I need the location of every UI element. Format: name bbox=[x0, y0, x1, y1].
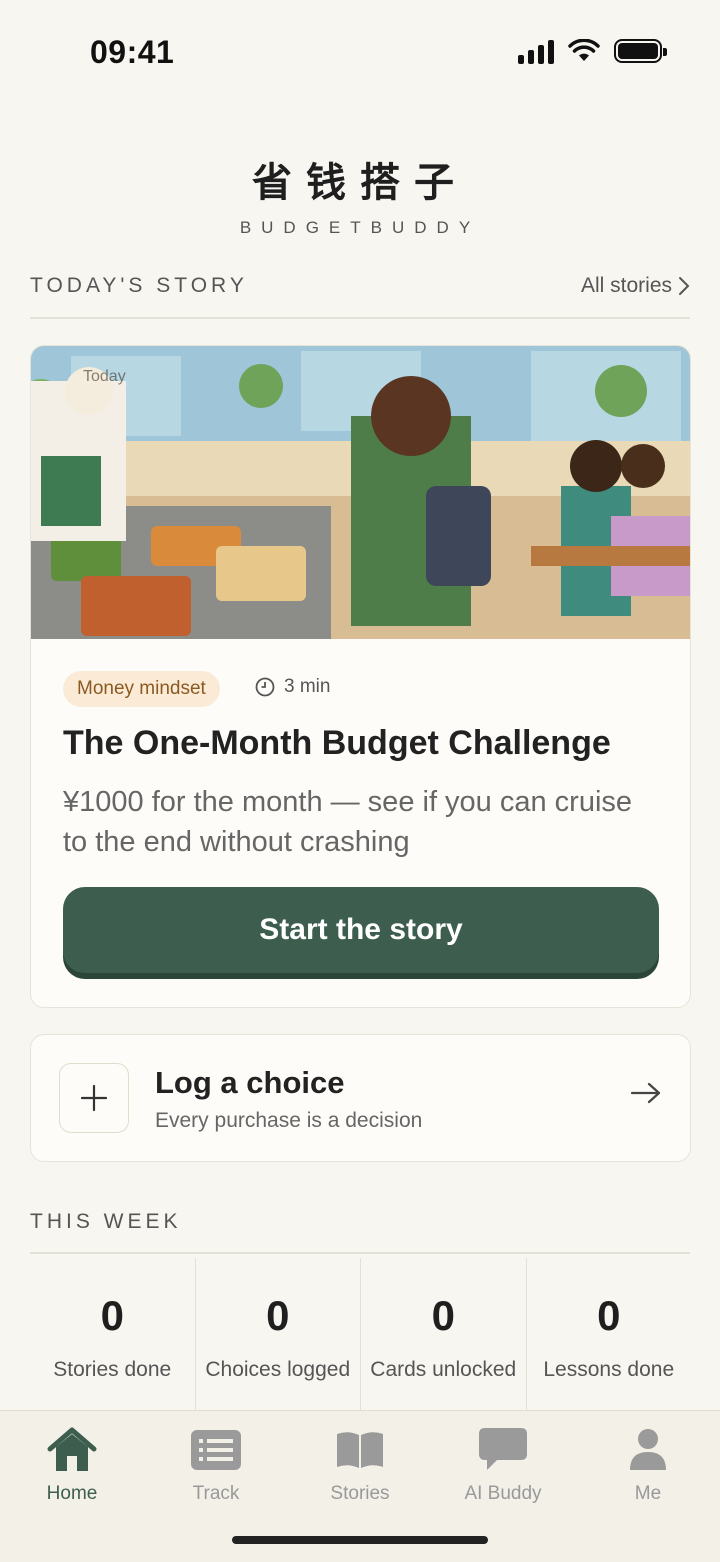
plus-icon bbox=[59, 1063, 129, 1133]
divider bbox=[30, 317, 690, 319]
app-title: 省钱搭子 bbox=[252, 160, 468, 206]
log-choice-subtitle: Every purchase is a decision bbox=[155, 1109, 423, 1132]
stat-label: Choices logged bbox=[205, 1358, 351, 1381]
status-icons bbox=[518, 38, 667, 64]
tab-label: Me bbox=[634, 1483, 662, 1504]
chevron-right-icon bbox=[679, 277, 690, 295]
stat-value: 0 bbox=[597, 1292, 621, 1339]
all-stories-link[interactable]: All stories bbox=[581, 274, 690, 298]
chat-icon bbox=[479, 1428, 527, 1470]
story-title: The One-Month Budget Challenge bbox=[63, 724, 611, 762]
log-choice-title: Log a choice bbox=[155, 1065, 345, 1100]
stat-choices-logged: 0 Choices logged bbox=[196, 1258, 361, 1410]
all-stories-label: All stories bbox=[580, 274, 672, 297]
tab-label: Stories bbox=[330, 1483, 390, 1504]
weekly-stats: 0 Stories done 0 Choices logged 0 Cards … bbox=[30, 1258, 691, 1410]
app-subtitle: BUDGETBUDDY bbox=[239, 218, 481, 237]
section-label-todays-story: TODAY'S STORY bbox=[30, 274, 248, 297]
category-tag: Money mindset bbox=[63, 671, 220, 707]
tab-me[interactable]: Me bbox=[588, 1423, 708, 1505]
stat-value: 0 bbox=[431, 1292, 455, 1339]
tab-stories[interactable]: Stories bbox=[300, 1423, 420, 1505]
home-icon bbox=[47, 1427, 97, 1471]
stat-lessons-done: 0 Lessons done bbox=[527, 1258, 692, 1410]
status-bar: 09:41 bbox=[0, 0, 720, 100]
clock-icon bbox=[255, 677, 275, 697]
battery-icon bbox=[614, 39, 667, 63]
tab-home[interactable]: Home bbox=[12, 1423, 132, 1505]
arrow-right-icon bbox=[630, 1082, 661, 1104]
stat-cards-unlocked: 0 Cards unlocked bbox=[361, 1258, 527, 1410]
divider bbox=[30, 1252, 690, 1254]
stat-value: 0 bbox=[100, 1292, 124, 1339]
home-indicator[interactable] bbox=[232, 1536, 488, 1544]
duration-label: 3 min bbox=[284, 676, 331, 697]
this-week-header: THIS WEEK bbox=[30, 1210, 690, 1234]
tab-label: Home bbox=[46, 1483, 98, 1504]
wifi-icon bbox=[568, 39, 600, 61]
story-image: Today bbox=[31, 346, 690, 639]
duration: 3 min bbox=[255, 676, 330, 698]
cafeteria-illustration bbox=[31, 346, 690, 639]
story-description: ¥1000 for the month — see if you can cru… bbox=[63, 786, 633, 858]
tab-label: Track bbox=[192, 1483, 240, 1504]
todays-story-header: TODAY'S STORY All stories bbox=[30, 274, 690, 298]
stat-label: Stories done bbox=[53, 1358, 172, 1381]
stat-value: 0 bbox=[266, 1292, 290, 1339]
person-icon bbox=[630, 1429, 666, 1470]
tab-label: AI Buddy bbox=[464, 1483, 542, 1504]
tab-ai-buddy[interactable]: AI Buddy bbox=[443, 1423, 563, 1505]
stat-label: Lessons done bbox=[543, 1358, 675, 1381]
section-label-this-week: THIS WEEK bbox=[30, 1210, 182, 1233]
tab-track[interactable]: Track bbox=[156, 1423, 276, 1505]
stat-label: Cards unlocked bbox=[370, 1358, 517, 1381]
status-time: 09:41 bbox=[90, 34, 175, 70]
list-icon bbox=[191, 1430, 241, 1470]
start-story-button[interactable]: Start the story bbox=[63, 887, 659, 973]
log-choice-card[interactable]: Log a choice Every purchase is a decisio… bbox=[30, 1034, 691, 1162]
book-icon bbox=[337, 1432, 383, 1468]
signal-icon bbox=[518, 38, 554, 64]
image-overlay-text: Today bbox=[83, 368, 126, 385]
story-card[interactable]: Today Money mindset 3 min The One-Month … bbox=[30, 345, 691, 1008]
stat-stories-done: 0 Stories done bbox=[30, 1258, 196, 1410]
